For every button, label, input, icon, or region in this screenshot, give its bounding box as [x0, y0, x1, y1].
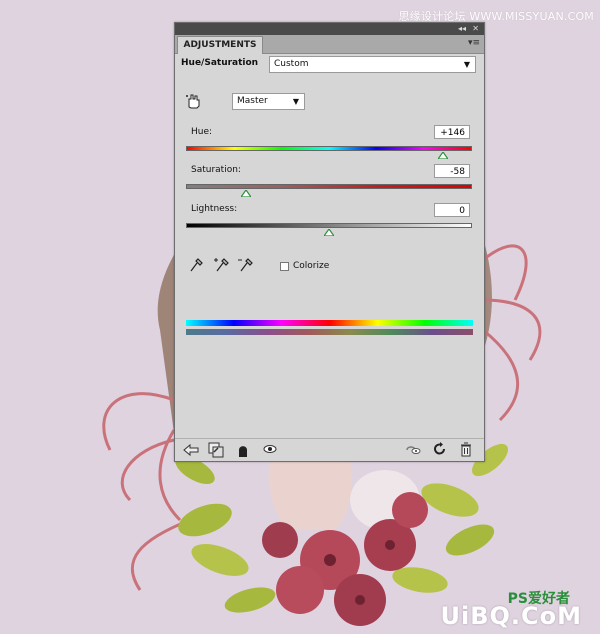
eyedropper-add-icon[interactable]	[213, 257, 229, 273]
preset-select[interactable]: Custom ▼	[269, 56, 476, 73]
watermark-bottom: UiBQ.CoM	[440, 602, 582, 630]
preset-value: Custom	[274, 59, 309, 69]
colorize-checkbox[interactable]	[280, 262, 289, 271]
channel-select[interactable]: Master ▼	[232, 93, 305, 110]
saturation-slider[interactable]	[186, 184, 472, 189]
panel-title: Hue/Saturation	[181, 58, 259, 68]
saturation-slider-thumb[interactable]	[241, 190, 252, 197]
adjustments-panel: ◂◂ ✕ ADJUSTMENTS ▾≡ Hue/Saturation Custo…	[174, 22, 485, 462]
eyedropper-icon[interactable]	[189, 257, 203, 273]
close-icon[interactable]: ✕	[472, 24, 479, 34]
lightness-label: Lightness:	[191, 204, 238, 214]
hue-input[interactable]: +146	[434, 125, 470, 139]
panel-footer	[175, 438, 484, 461]
eye-icon[interactable]	[263, 444, 277, 454]
colorize-label: Colorize	[293, 261, 330, 271]
lightness-input[interactable]: 0	[434, 203, 470, 217]
panel-titlebar[interactable]: ◂◂ ✕	[175, 23, 484, 35]
reset-icon[interactable]	[433, 442, 447, 456]
view-previous-state-icon[interactable]	[405, 443, 421, 457]
trash-icon[interactable]	[460, 442, 472, 457]
tab-adjustments[interactable]: ADJUSTMENTS	[177, 36, 263, 54]
saturation-label: Saturation:	[191, 165, 241, 175]
hue-label: Hue:	[191, 127, 213, 137]
clip-to-layer-icon[interactable]	[208, 442, 224, 458]
eyedropper-subtract-icon[interactable]	[237, 257, 253, 273]
lightness-slider-thumb[interactable]	[324, 229, 334, 236]
output-color-spectrum	[186, 329, 473, 335]
tab-row: ADJUSTMENTS ▾≡	[175, 35, 484, 54]
chevron-down-icon: ▼	[292, 97, 299, 106]
layer-visibility-toggle-icon[interactable]	[237, 442, 249, 458]
collapse-icon[interactable]: ◂◂	[458, 24, 466, 34]
input-color-spectrum	[186, 320, 473, 326]
chevron-down-icon: ▼	[463, 60, 470, 69]
saturation-input[interactable]: -58	[434, 164, 470, 178]
panel-header: Hue/Saturation Custom ▼	[175, 54, 484, 75]
hue-slider-thumb[interactable]	[438, 152, 449, 159]
panel-menu-icon[interactable]: ▾≡	[468, 38, 480, 48]
targeted-adjustment-hand-icon[interactable]	[185, 93, 203, 109]
lightness-slider[interactable]	[186, 223, 472, 228]
return-to-list-icon[interactable]	[183, 443, 199, 457]
channel-value: Master	[237, 96, 268, 106]
hue-slider[interactable]	[186, 146, 472, 151]
